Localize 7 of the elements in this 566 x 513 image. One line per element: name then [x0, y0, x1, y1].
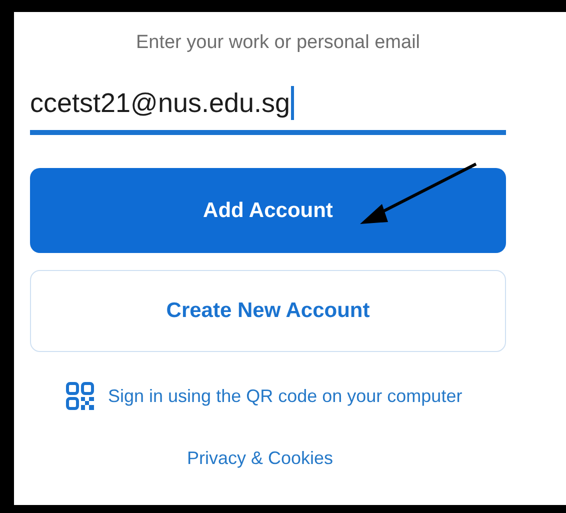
qr-code-icon: [66, 382, 94, 410]
email-prompt: Enter your work or personal email: [134, 32, 422, 54]
privacy-link[interactable]: Privacy & Cookies: [187, 448, 334, 469]
qr-sign-in-link[interactable]: Sign in using the QR code on your computer: [108, 386, 462, 406]
email-field[interactable]: ccetst21@nus.edu.sg: [30, 86, 506, 135]
create-account-button[interactable]: Create New Account: [30, 270, 506, 352]
add-account-button[interactable]: Add Account: [30, 168, 506, 253]
